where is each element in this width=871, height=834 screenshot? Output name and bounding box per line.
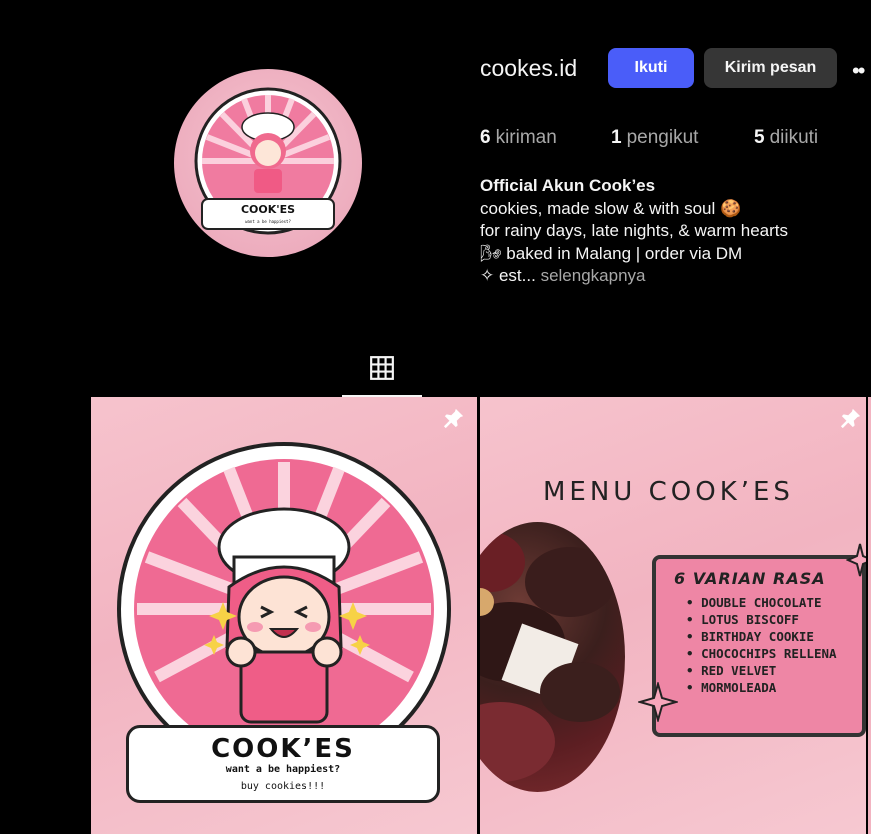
menu-card-heading: 6 VARIAN RASA <box>674 569 826 588</box>
post-thumbnail[interactable]: COOK’ES want a be happiest? buy cookies!… <box>91 397 477 834</box>
message-button[interactable]: Kirim pesan <box>704 48 837 88</box>
profile-username: cookes.id <box>480 55 578 81</box>
followers-label: pengikut <box>626 127 699 148</box>
follow-button[interactable]: Ikuti <box>608 48 694 88</box>
cookies-image <box>480 532 620 782</box>
star-decoration-icon <box>638 682 678 722</box>
menu-list-item: CHOCOCHIPS RELLENA <box>686 645 862 662</box>
post-thumbnail[interactable]: MENU COOK’ES 6 VARIAN RASA DOUBLE CHOCOL… <box>480 397 866 834</box>
followers-count: 1 <box>611 127 622 148</box>
cookie-photo <box>480 522 625 792</box>
menu-list-item: DOUBLE CHOCOLATE <box>686 594 862 611</box>
bio-line: cookies, made slow & with soul 🍪 <box>480 198 742 218</box>
posts-count-stat: 6 kiriman <box>480 127 557 149</box>
profile-avatar[interactable]: COOK'ES want a be happiest? <box>174 69 362 257</box>
post-logo-box: COOK’ES want a be happiest? buy cookies!… <box>126 725 440 803</box>
cookes-logo-avatar-icon: COOK'ES want a be happiest? <box>194 87 342 235</box>
menu-list-item: MORMOLEADA <box>686 679 862 696</box>
bio-line: 🌬 baked in Malang | order via DM <box>480 243 743 263</box>
bio-name: Official Akun Cook’es <box>480 176 656 195</box>
more-options-icon[interactable]: •• <box>852 58 865 84</box>
followers-stat[interactable]: 1 pengikut <box>611 127 698 149</box>
bio-more-link[interactable]: selengkapnya <box>541 266 646 285</box>
pin-icon <box>443 408 464 429</box>
following-stat[interactable]: 5 diikuti <box>754 127 818 149</box>
pin-icon <box>840 408 861 429</box>
post-logo-tagline: want a be happiest? <box>225 764 341 775</box>
star-decoration-icon <box>846 543 866 577</box>
tab-posts-grid[interactable] <box>342 345 422 397</box>
following-label: diikuti <box>769 127 819 148</box>
bio-line: for rainy days, late nights, & warm hear… <box>480 221 789 240</box>
posts-count: 6 <box>480 127 491 148</box>
grid-icon <box>370 356 394 380</box>
post-logo-subtagline: buy cookies!!! <box>240 781 326 792</box>
bio-line: ✧ est... <box>480 266 536 285</box>
svg-text:want a be happiest?: want a be happiest? <box>245 219 291 224</box>
following-count: 5 <box>754 127 765 148</box>
menu-list-item: RED VELVET <box>686 662 862 679</box>
svg-text:COOK'ES: COOK'ES <box>241 203 295 216</box>
post-logo-brand: COOK’ES <box>211 734 355 764</box>
post-menu-title: MENU COOK’ES <box>543 477 794 507</box>
bio-line-truncated: ✧ est... selengkapnya <box>480 265 788 288</box>
menu-list: DOUBLE CHOCOLATE LOTUS BISCOFF BIRTHDAY … <box>656 594 862 696</box>
menu-card: 6 VARIAN RASA DOUBLE CHOCOLATE LOTUS BIS… <box>652 555 866 737</box>
menu-list-item: LOTUS BISCOFF <box>686 611 862 628</box>
posts-label: kiriman <box>495 127 557 148</box>
menu-list-item: BIRTHDAY COOKIE <box>686 628 862 645</box>
profile-bio: Official Akun Cook’es cookies, made slow… <box>480 175 788 288</box>
